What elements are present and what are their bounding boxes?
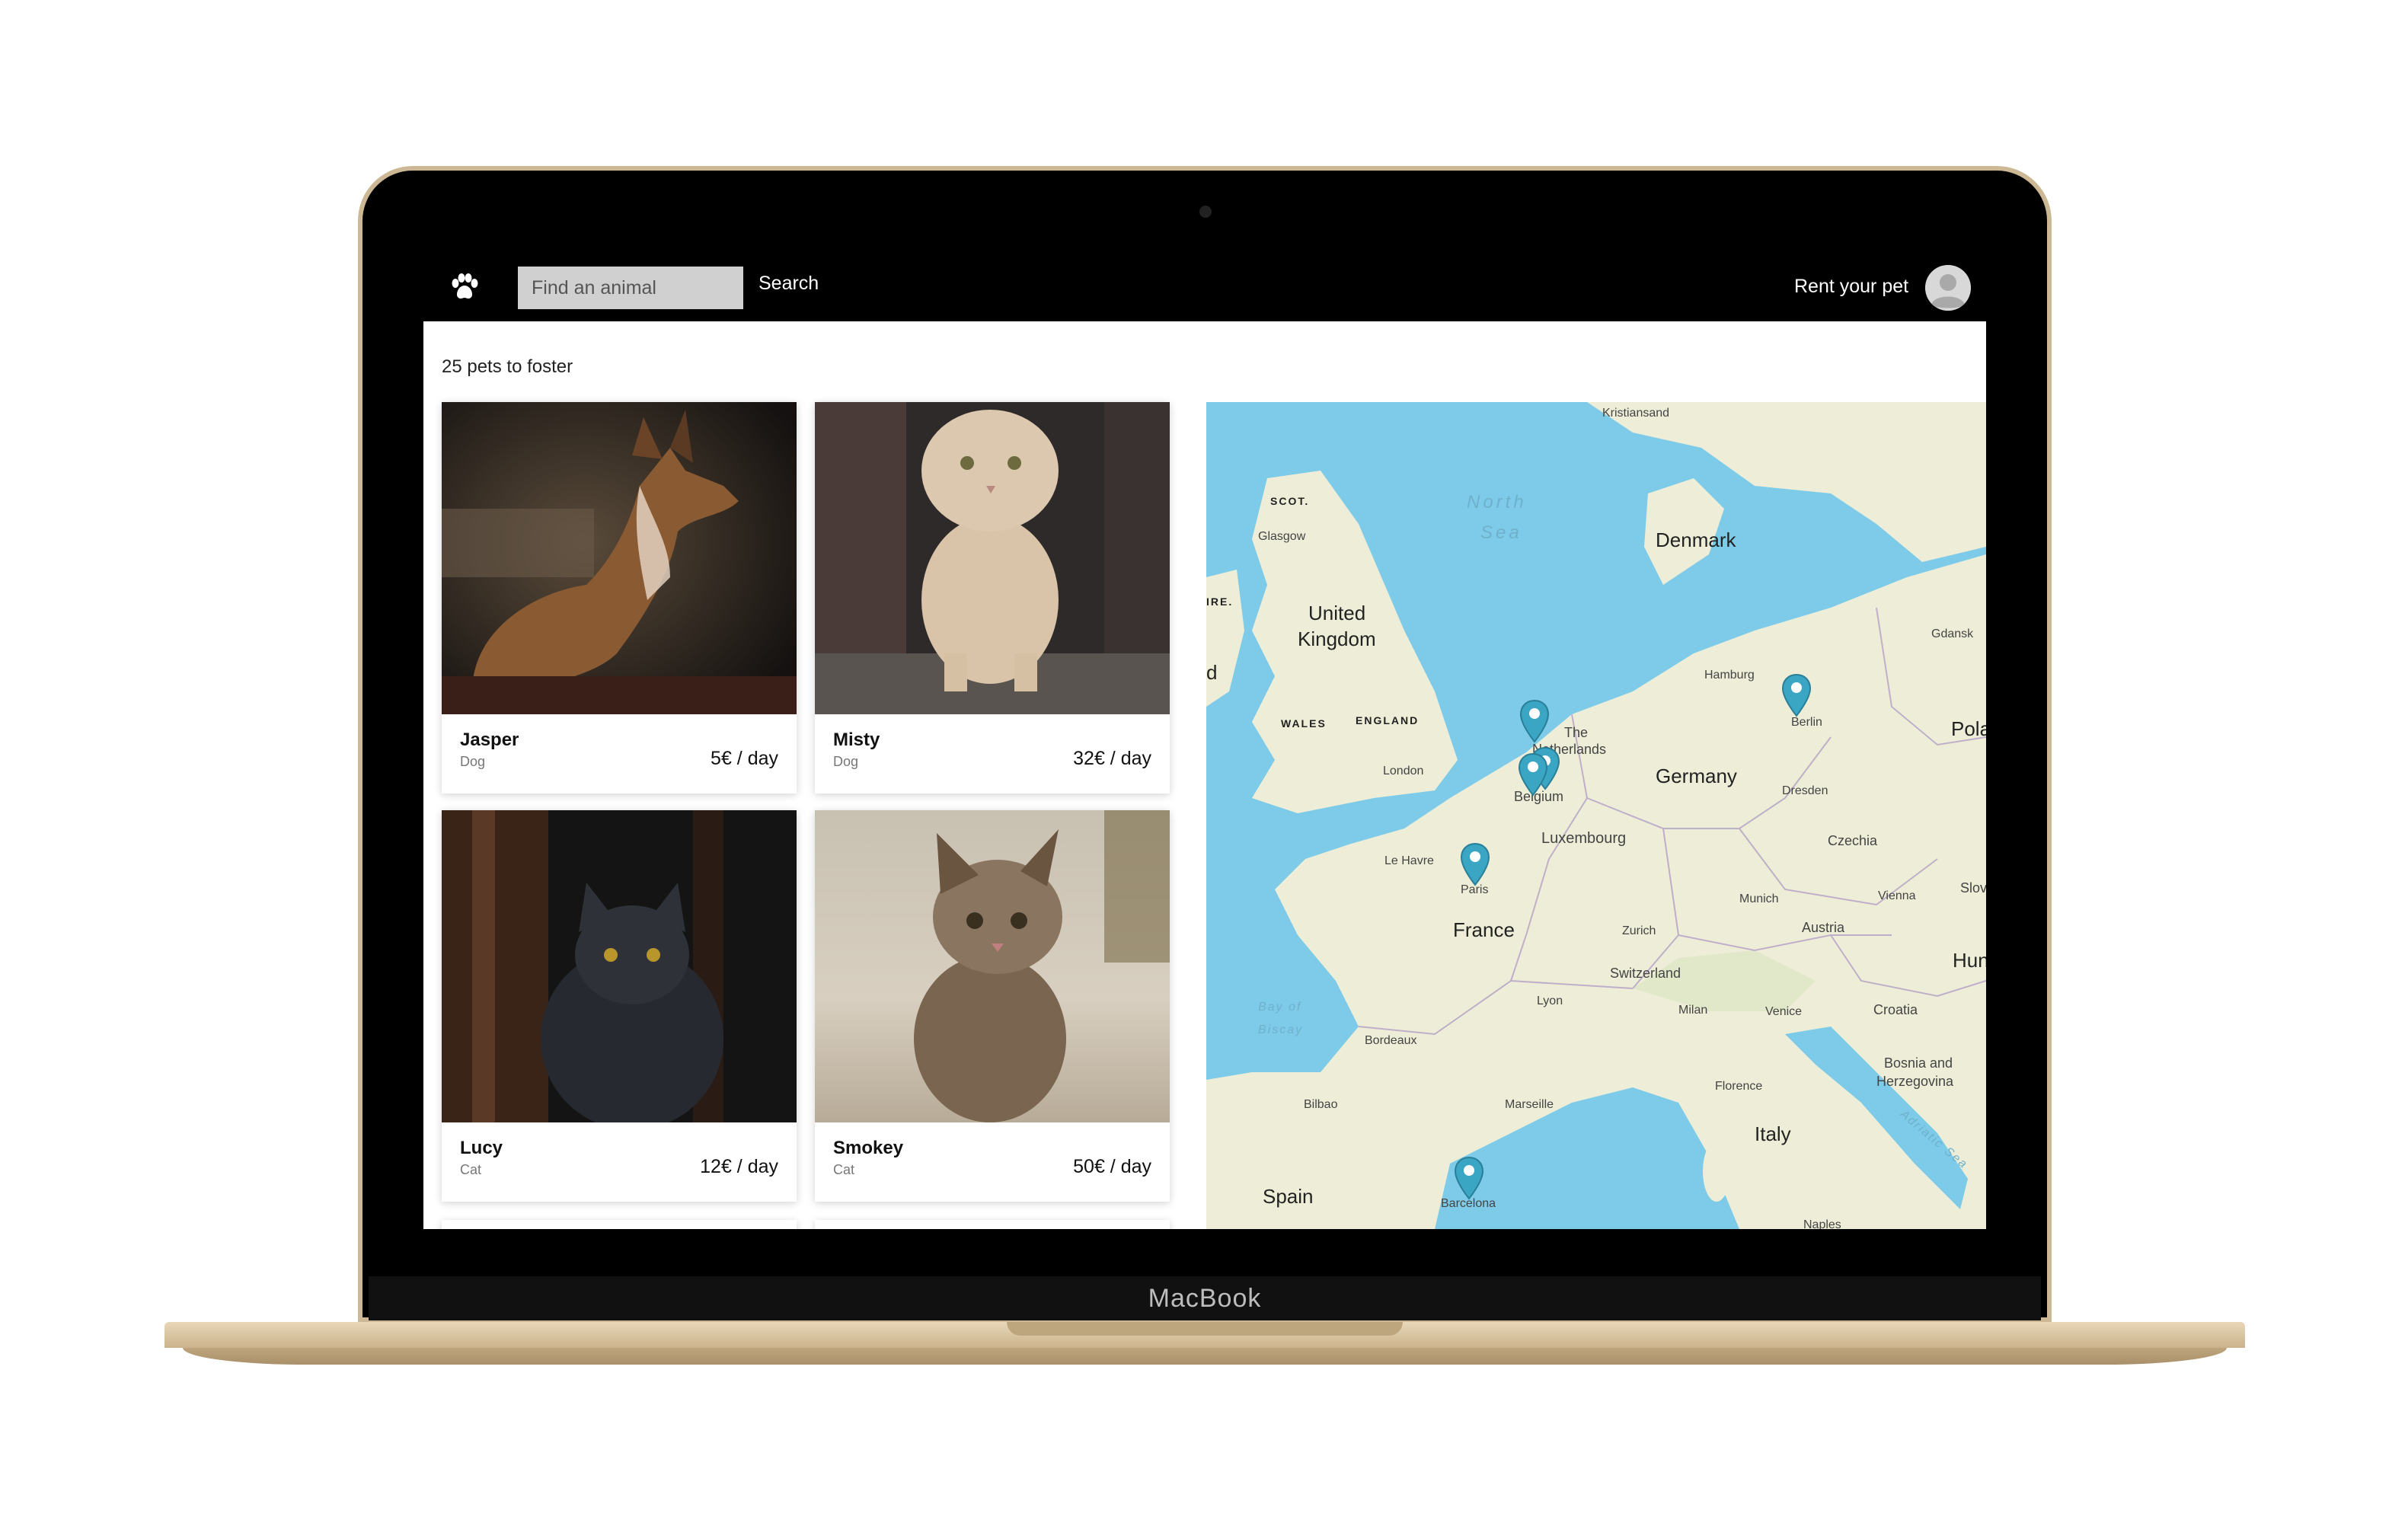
pet-type: Dog [460,754,486,769]
map-label: Le Havre [1384,854,1434,867]
map-label: Germany [1656,765,1737,787]
map-label: Naples [1803,1218,1841,1229]
map-label: Gdansk [1931,627,1974,640]
map-label: Bosnia and [1884,1055,1953,1071]
map-label: Herzegovina [1876,1074,1954,1089]
map-label: Italy [1755,1122,1791,1145]
search-input[interactable] [518,267,743,309]
pet-price: 50€ / day [1073,1156,1151,1177]
pet-type: Dog [833,754,859,769]
search-button[interactable]: Search [758,273,819,295]
pet-card[interactable]: Jasper Dog 5€ / day [442,402,797,793]
map-label: London [1383,765,1424,777]
pet-photo[interactable] [815,810,1170,1122]
map-label: WALES [1281,717,1327,730]
pet-photo[interactable] [815,402,1170,714]
rent-your-pet-link[interactable]: Rent your pet [1794,276,1908,298]
pet-name: Smokey [833,1138,904,1158]
map-label: Milan [1678,1004,1708,1017]
map-label: Austria [1802,920,1845,935]
map-label: Biscay [1258,1023,1304,1036]
map-label: Bordeaux [1365,1034,1417,1047]
paw-icon[interactable] [449,273,480,302]
map-label: d [1206,661,1218,684]
user-avatar-icon[interactable] [1925,265,1971,311]
map-label: The [1564,725,1589,740]
map-label: SCOT. [1270,495,1310,507]
pet-card[interactable] [442,1220,797,1229]
map-label: Florence [1715,1080,1763,1093]
map-label: Venice [1765,1005,1803,1018]
camera-icon [1199,206,1212,218]
laptop-base-bottom [183,1348,2227,1365]
laptop-chin: MacBook [369,1276,2041,1320]
map-label: Hamburg [1704,669,1755,682]
map-label: IRE. [1206,595,1234,608]
app-screen: Search Rent your pet 25 pets to foster [423,253,1986,1229]
pet-card[interactable] [815,1220,1170,1229]
map-label: Sea [1480,522,1522,543]
map-label: Zurich [1622,924,1656,937]
pet-name: Lucy [460,1138,503,1158]
map-label: Spain [1263,1185,1314,1208]
map-label: Luxembourg [1541,830,1627,847]
map-label: Polar [1951,717,1986,740]
map-label: Glasgow [1258,530,1306,543]
map-label: Dresden [1782,784,1828,797]
pet-price: 12€ / day [700,1156,778,1177]
map-label: Switzerland [1610,966,1681,981]
pet-card[interactable]: Misty Dog 32€ / day [815,402,1170,793]
device-brand: MacBook [1148,1283,1262,1313]
map-view[interactable]: North Sea Bay of Biscay Adriatic Sea Den… [1206,402,1986,1229]
map-label: Bilbao [1304,1098,1338,1111]
map-label: United [1308,602,1366,624]
pet-price: 32€ / day [1073,748,1151,769]
results-count: 25 pets to foster [442,356,573,377]
map-label: Lyon [1537,995,1563,1007]
map-label: Kingdom [1298,627,1376,650]
map-marker-icon[interactable] [1453,1156,1485,1202]
map-label: Hung [1953,949,1986,972]
pet-card[interactable]: Lucy Cat 12€ / day [442,810,797,1202]
map-marker-icon[interactable] [1780,673,1812,719]
map-label: Bay of [1258,1001,1302,1014]
map-label: Munich [1739,892,1779,905]
pet-name: Misty [833,730,880,750]
laptop-notch [1007,1322,1403,1336]
map-label: Vienna [1878,889,1916,902]
pet-photo[interactable] [442,810,797,1122]
map-label: North [1467,492,1527,512]
top-navbar: Search Rent your pet [423,253,1986,321]
map-marker-icon[interactable] [1519,699,1551,745]
map-label: Slova [1960,880,1986,896]
pet-type: Cat [833,1162,855,1177]
pet-name: Jasper [460,730,519,750]
map-label: France [1453,918,1515,941]
map-label: Marseille [1505,1098,1554,1111]
map-label: Croatia [1873,1002,1918,1017]
map-marker-icon[interactable] [1459,842,1491,888]
pet-price: 5€ / day [711,748,778,769]
pet-photo[interactable] [442,402,797,714]
pet-card[interactable]: Smokey Cat 50€ / day [815,810,1170,1202]
pet-type: Cat [460,1162,482,1177]
map-label: ENGLAND [1356,714,1420,726]
map-label: Kristiansand [1602,407,1670,420]
map-label: Denmark [1656,528,1736,551]
map-marker-icon[interactable] [1517,752,1549,798]
map-label: Czechia [1828,833,1878,848]
